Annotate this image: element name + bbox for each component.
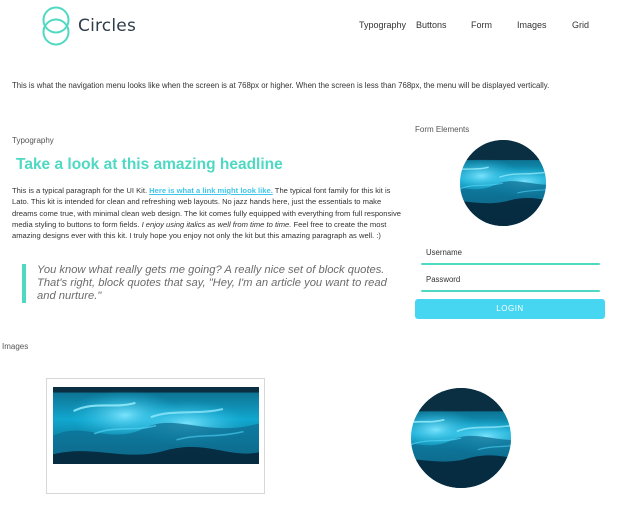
login-button[interactable]: LOGIN [415,299,605,319]
form-circle-image [460,140,546,226]
username-label: Username [426,248,462,257]
sample-link[interactable]: Here is what a link might look like. [149,186,273,195]
main-nav: Typography Buttons Form Images Grid [0,20,618,34]
framed-image [46,378,265,494]
images-section-label: Images [2,342,29,351]
body-paragraph: This is a typical paragraph for the UI K… [12,185,404,241]
username-underline [421,263,600,265]
form-section-label: Form Elements [415,125,470,134]
paragraph-text-1: This is a typical paragraph for the UI K… [12,186,150,195]
password-underline [421,290,600,292]
password-field[interactable]: Password [421,275,600,293]
typography-section-label: Typography [12,136,54,145]
nav-item-images[interactable]: Images [517,20,547,30]
italic-text: I enjoy using italics as well from time … [141,219,292,229]
nav-item-buttons[interactable]: Buttons [416,20,447,30]
password-label: Password [426,275,461,284]
nav-item-grid[interactable]: Grid [572,20,589,30]
nav-item-form[interactable]: Form [471,20,492,30]
circle-image [411,388,511,488]
username-field[interactable]: Username [421,248,600,266]
wave-photo [53,387,259,464]
blockquote: You know what really gets me going? A re… [22,264,402,303]
intro-text: This is what the navigation menu looks l… [12,81,550,90]
headline: Take a look at this amazing headline [16,156,283,173]
nav-item-typography[interactable]: Typography [359,20,406,30]
blockquote-text: You know what really gets me going? A re… [37,264,387,302]
